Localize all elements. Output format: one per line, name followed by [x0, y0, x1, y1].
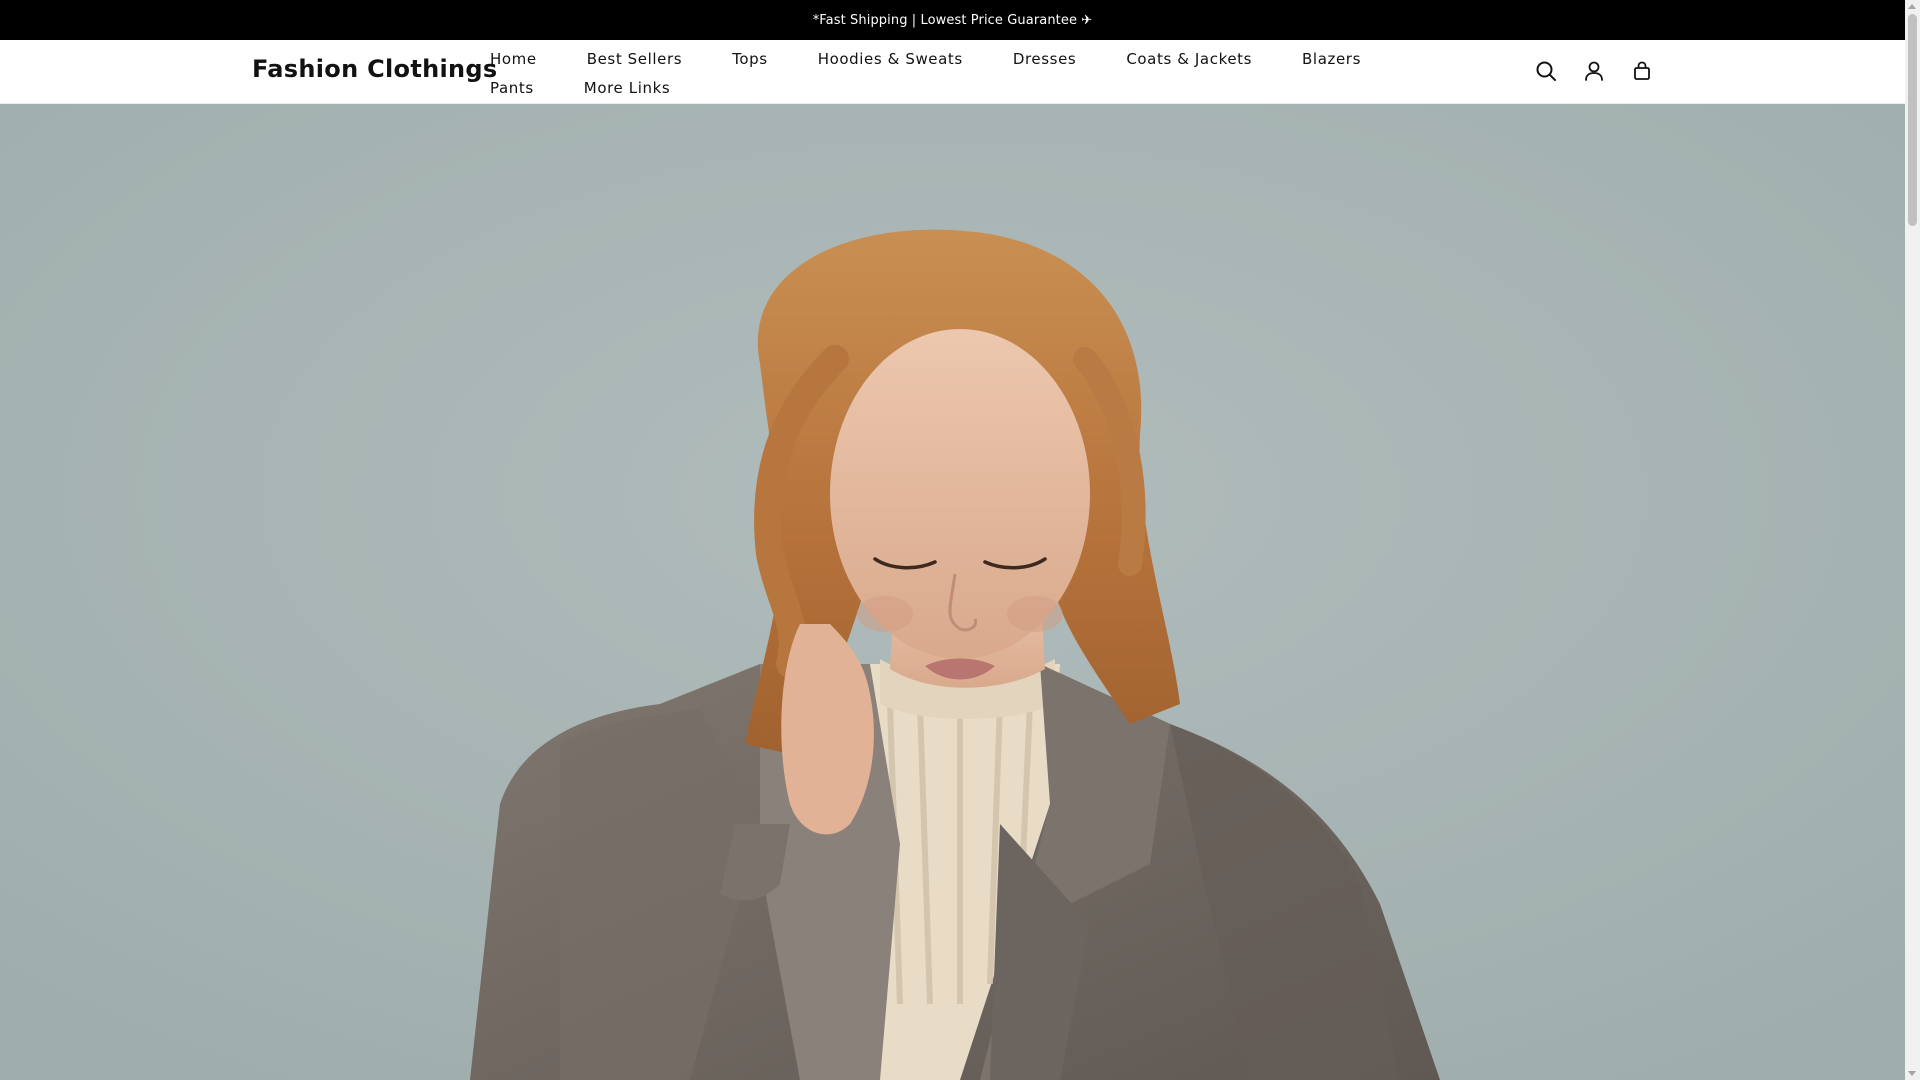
- nav-hoodies-sweats[interactable]: Hoodies & Sweats: [818, 45, 963, 74]
- main-nav: Home Best Sellers Tops Hoodies & Sweats …: [490, 45, 1470, 103]
- account-button[interactable]: [1579, 56, 1609, 86]
- announcement-bar: *Fast Shipping | Lowest Price Guarantee …: [0, 0, 1905, 40]
- hero-banner[interactable]: [0, 104, 1905, 1080]
- header-icons: [1531, 56, 1657, 86]
- nav-coats-jackets[interactable]: Coats & Jackets: [1126, 45, 1252, 74]
- account-icon: [1585, 61, 1603, 81]
- page-scrollbar[interactable]: [1905, 0, 1920, 1080]
- nav-more-links[interactable]: More Links: [584, 74, 671, 103]
- scroll-thumb[interactable]: [1908, 14, 1917, 226]
- hero-image: [0, 104, 1905, 1080]
- cart-button[interactable]: [1627, 56, 1657, 86]
- page: *Fast Shipping | Lowest Price Guarantee …: [0, 0, 1920, 1080]
- announcement-text: *Fast Shipping | Lowest Price Guarantee …: [812, 12, 1093, 28]
- cart-icon: [1634, 61, 1650, 80]
- nav-best-sellers[interactable]: Best Sellers: [587, 45, 682, 74]
- search-icon: [1536, 61, 1556, 81]
- nav-dresses[interactable]: Dresses: [1013, 45, 1077, 74]
- nav-blazers[interactable]: Blazers: [1302, 45, 1361, 74]
- nav-home[interactable]: Home: [490, 45, 537, 74]
- site-logo[interactable]: Fashion Clothings: [252, 55, 497, 83]
- search-button[interactable]: [1531, 56, 1561, 86]
- nav-tops[interactable]: Tops: [732, 45, 768, 74]
- site-header: Fashion Clothings Home Best Sellers Tops…: [0, 40, 1905, 104]
- scroll-down-arrow-icon[interactable]: [1908, 1071, 1916, 1076]
- scroll-up-arrow-icon[interactable]: [1908, 4, 1916, 9]
- nav-pants[interactable]: Pants: [490, 74, 534, 103]
